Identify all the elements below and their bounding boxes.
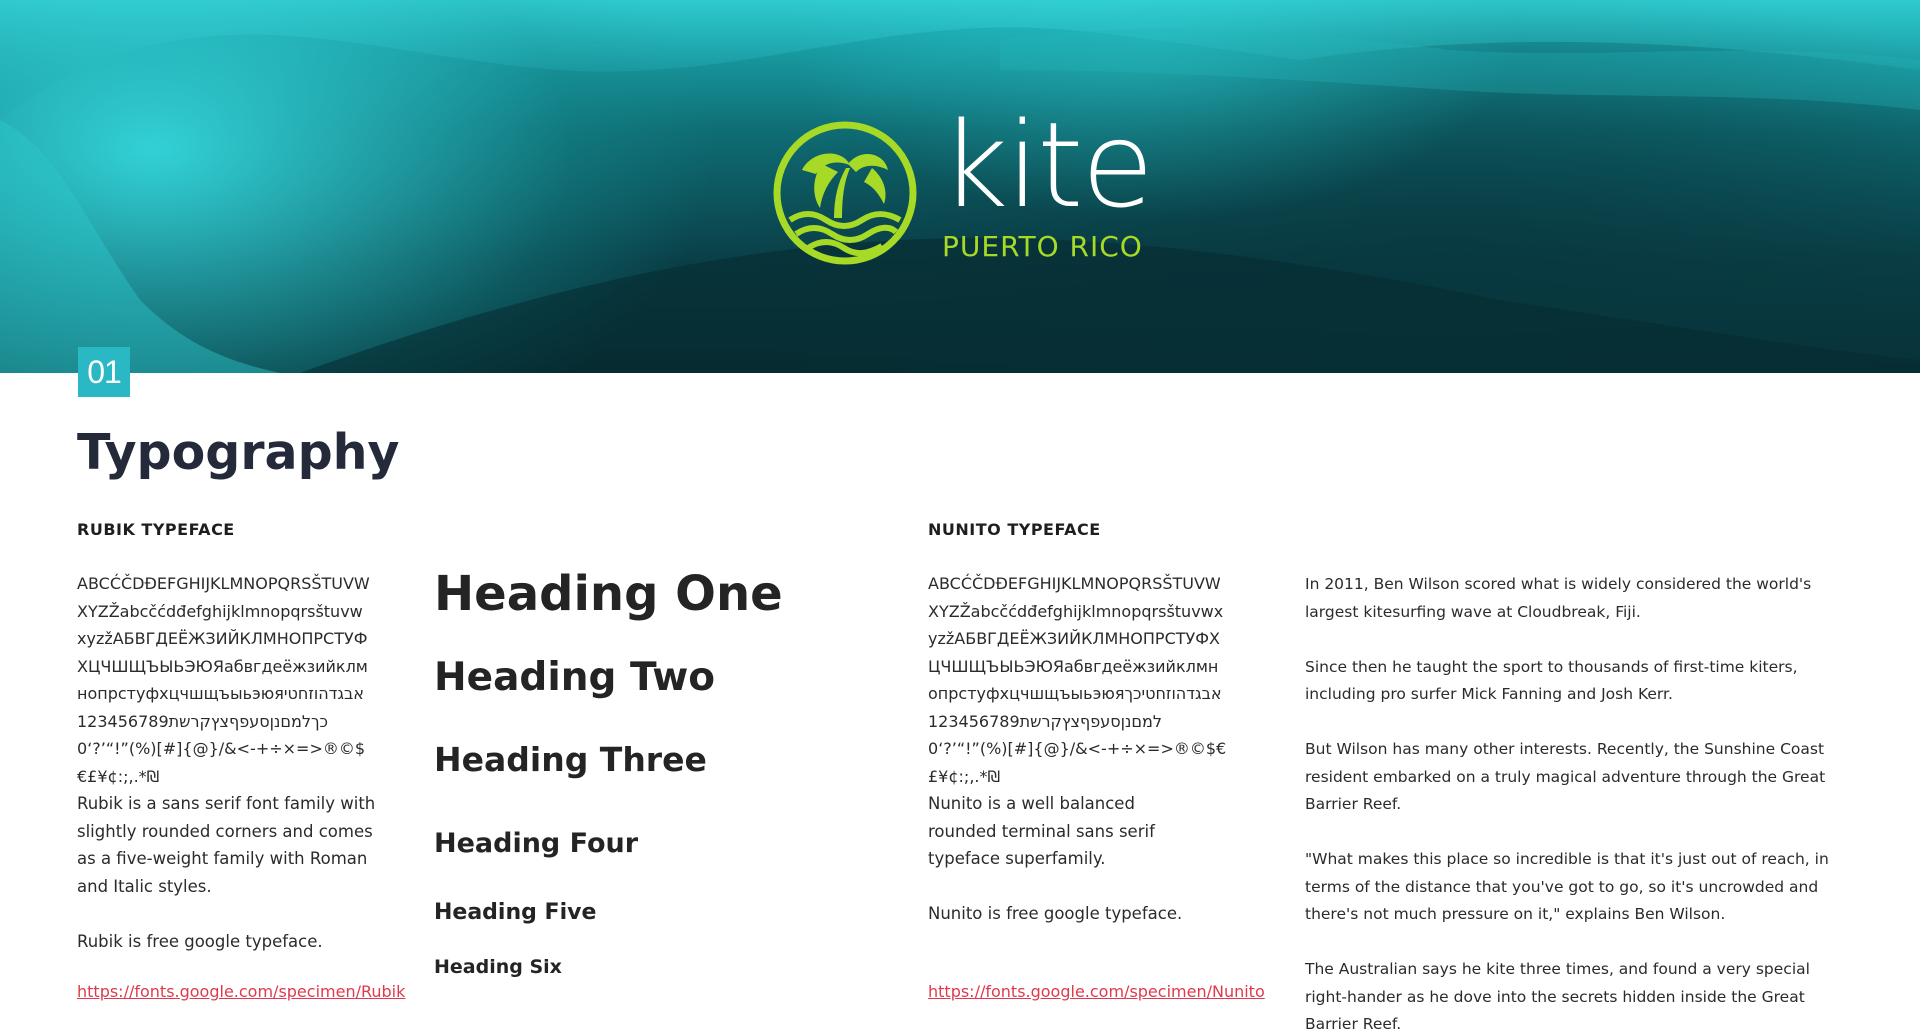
heading-one-sample: Heading One bbox=[434, 566, 783, 622]
page-title: Typography bbox=[77, 424, 400, 481]
nunito-free-note: Nunito is free google typeface. bbox=[928, 904, 1183, 923]
rubik-typeface-label: RUBIK TYPEFACE bbox=[77, 520, 235, 539]
heading-five-sample: Heading Five bbox=[434, 900, 597, 925]
rubik-description: Rubik is a sans serif font family with s… bbox=[77, 794, 376, 896]
rubik-free-note: Rubik is free google typeface. bbox=[77, 932, 323, 951]
article-paragraph: "What makes this place so incredible is … bbox=[1305, 850, 1829, 923]
rubik-glyph-set: ABCĆČDĐEFGHIJKLMNOPQRSŠTUVWXYZŽabcčćdđef… bbox=[77, 574, 370, 786]
heading-six-sample: Heading Six bbox=[434, 956, 562, 978]
rubik-specimen-link[interactable]: https://fonts.google.com/specimen/Rubik bbox=[77, 982, 405, 1001]
logo-wordmark: kite bbox=[940, 96, 1154, 234]
heading-two-sample: Heading Two bbox=[434, 655, 716, 700]
logo-subtitle: PUERTO RICO bbox=[942, 230, 1143, 263]
nunito-typeface-label: NUNITO TYPEFACE bbox=[928, 520, 1101, 539]
article-paragraph: But Wilson has many other interests. Rec… bbox=[1305, 740, 1826, 813]
article-paragraph: Since then he taught the sport to thousa… bbox=[1305, 657, 1798, 704]
nunito-description: Nunito is a well balanced rounded termin… bbox=[928, 794, 1155, 868]
palm-sun-logo-icon bbox=[773, 121, 917, 265]
hero-banner: kite PUERTO RICO bbox=[0, 0, 1920, 373]
section-number-badge: 01 bbox=[78, 347, 130, 397]
kite-logo: kite PUERTO RICO bbox=[772, 106, 1154, 268]
nunito-specimen-link[interactable]: https://fonts.google.com/specimen/Nunito bbox=[928, 982, 1265, 1001]
article-paragraph: In 2011, Ben Wilson scored what is widel… bbox=[1305, 575, 1812, 621]
nunito-glyph-set: ABCĆČDĐEFGHIJKLMNOPQRSŠTUVWXYZŽabcčćdđef… bbox=[928, 574, 1227, 786]
heading-four-sample: Heading Four bbox=[434, 828, 639, 859]
article-paragraph: The Australian says he kite three times,… bbox=[1305, 960, 1810, 1032]
heading-three-sample: Heading Three bbox=[434, 740, 707, 779]
article-text: In 2011, Ben Wilson scored what is widel… bbox=[1305, 571, 1845, 1032]
